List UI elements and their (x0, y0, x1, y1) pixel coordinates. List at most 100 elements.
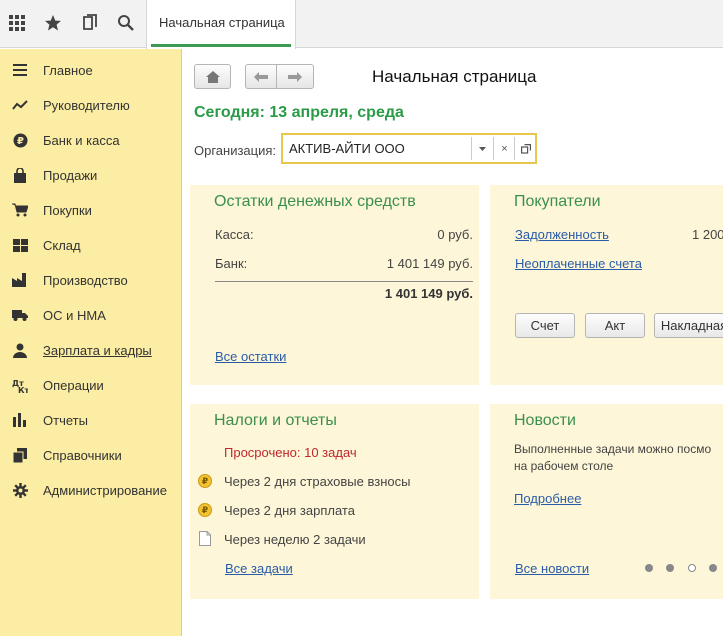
org-value: АКТИВ-АЙТИ ООО (289, 141, 405, 156)
sidebar-item-salary[interactable]: Зарплата и кадры (0, 335, 181, 365)
dropdown-button[interactable] (471, 137, 493, 160)
sidebar-item-label: Главное (43, 62, 93, 78)
coin-icon: ₽ (198, 503, 212, 517)
top-bar: Начальная страница (0, 0, 723, 49)
cash-value: 0 руб. (437, 227, 473, 242)
carousel-dot[interactable] (709, 564, 717, 572)
cart-icon (12, 202, 28, 218)
sidebar-item-label: Банк и касса (43, 132, 120, 148)
buyers-panel-title: Покупатели (514, 193, 601, 210)
svg-text:Кт: Кт (18, 386, 28, 393)
ruble-icon: ₽ (12, 132, 28, 148)
task-item: Через 2 дня страховые взносы (224, 474, 411, 489)
bank-value: 1 401 149 руб. (386, 256, 473, 271)
chevron-down-icon (479, 146, 486, 151)
sidebar-item-label: Администрирование (43, 482, 167, 498)
history-icon[interactable] (76, 10, 102, 36)
sidebar-item-label: Операции (43, 377, 104, 393)
more-news-link[interactable]: Подробнее (514, 491, 581, 506)
home-button[interactable] (194, 64, 231, 89)
menu-icon (12, 62, 28, 78)
person-icon (12, 342, 28, 358)
sidebar-item-label: ОС и НМА (43, 307, 106, 323)
debt-value: 1 200 (692, 227, 723, 242)
act-button[interactable]: Акт (585, 313, 645, 338)
sidebar-item-main[interactable]: Главное (0, 55, 181, 85)
tab-home-page[interactable]: Начальная страница (146, 0, 296, 49)
open-button[interactable] (514, 137, 536, 160)
sidebar-item-reports[interactable]: Отчеты (0, 405, 181, 435)
active-tab-indicator (151, 44, 291, 47)
news-panel: Новости Выполненные задачи можно посмо н… (490, 404, 723, 599)
trend-icon (12, 97, 28, 113)
total-divider (215, 281, 473, 282)
debt-link[interactable]: Задолженность (515, 227, 609, 242)
gear-icon (12, 482, 28, 498)
cash-label: Касса: (215, 227, 254, 242)
sidebar-item-label: Отчеты (43, 412, 88, 428)
all-tasks-link[interactable]: Все задачи (225, 561, 293, 576)
organization-field[interactable]: АКТИВ-АЙТИ ООО × (281, 133, 537, 164)
all-balances-link[interactable]: Все остатки (215, 349, 286, 364)
org-label: Организация: (194, 143, 277, 158)
truck-icon (12, 307, 28, 323)
sidebar-item-sales[interactable]: Продажи (0, 160, 181, 190)
sidebar-item-label: Производство (43, 272, 128, 288)
unpaid-invoices-link[interactable]: Неоплаченные счета (515, 256, 642, 271)
sidebar-item-references[interactable]: Справочники (0, 440, 181, 470)
sidebar-item-label: Справочники (43, 447, 122, 463)
news-panel-title: Новости (514, 412, 576, 429)
cash-panel-title: Остатки денежных средств (214, 193, 416, 210)
overdue-text: Просрочено: 10 задач (224, 445, 357, 460)
clear-button[interactable]: × (493, 137, 515, 160)
home-icon (205, 70, 220, 83)
search-icon[interactable] (113, 10, 139, 36)
news-text-line2: на рабочем столе (514, 459, 614, 473)
carousel-dot[interactable] (666, 564, 674, 572)
sidebar-item-label: Покупки (43, 202, 92, 218)
forward-button[interactable] (276, 64, 314, 89)
all-news-link[interactable]: Все новости (515, 561, 589, 576)
back-button[interactable] (245, 64, 277, 89)
page-title: Начальная страница (372, 67, 537, 86)
books-icon (12, 447, 28, 463)
cash-panel: Остатки денежных средств Касса: 0 руб. Б… (190, 185, 479, 385)
coin-icon: ₽ (198, 474, 212, 488)
grid-icon (12, 237, 28, 253)
arrow-left-icon (254, 71, 268, 82)
star-icon[interactable] (40, 10, 66, 36)
sidebar-item-production[interactable]: Производство (0, 265, 181, 295)
sidebar-item-label: Руководителю (43, 97, 130, 113)
task-item: Через 2 дня зарплата (224, 503, 355, 518)
bank-label: Банк: (215, 256, 248, 271)
sidebar-item-purchases[interactable]: Покупки (0, 195, 181, 225)
sidebar-item-operations[interactable]: Дт Кт Операции (0, 370, 181, 400)
sidebar: Главное Руководителю ₽ Банк и касса Прод… (0, 49, 182, 636)
news-text-line1: Выполненные задачи можно посмо (514, 442, 712, 456)
arrow-right-icon (288, 71, 302, 82)
carousel-dot[interactable] (645, 564, 653, 572)
taxes-panel: Налоги и отчеты Просрочено: 10 задач ₽ Ч… (190, 404, 479, 599)
invoice-button[interactable]: Счет (515, 313, 575, 338)
task-item: Через неделю 2 задачи (224, 532, 366, 547)
sidebar-item-bank[interactable]: ₽ Банк и касса (0, 125, 181, 155)
tab-label: Начальная страница (159, 15, 285, 30)
today-date: Сегодня: 13 апреля, среда (194, 104, 404, 121)
main-content: Начальная страница Сегодня: 13 апреля, с… (183, 49, 723, 636)
sidebar-item-manager[interactable]: Руководителю (0, 90, 181, 120)
sidebar-item-label: Склад (43, 237, 81, 253)
waybill-button[interactable]: Накладная (654, 313, 723, 338)
svg-text:₽: ₽ (17, 136, 24, 147)
sidebar-item-label: Зарплата и кадры (43, 342, 152, 358)
buyers-panel: Покупатели Задолженность 1 200 Неоплачен… (490, 185, 723, 385)
sidebar-item-warehouse[interactable]: Склад (0, 230, 181, 260)
doc-icon (199, 531, 211, 546)
apps-grid-icon[interactable] (4, 10, 30, 36)
open-window-icon (520, 143, 531, 154)
factory-icon (12, 272, 28, 288)
sidebar-item-assets[interactable]: ОС и НМА (0, 300, 181, 330)
cash-total: 1 401 149 руб. (384, 286, 473, 301)
carousel-dot-active[interactable] (688, 564, 696, 572)
sidebar-item-label: Продажи (43, 167, 98, 183)
sidebar-item-admin[interactable]: Администрирование (0, 475, 181, 505)
